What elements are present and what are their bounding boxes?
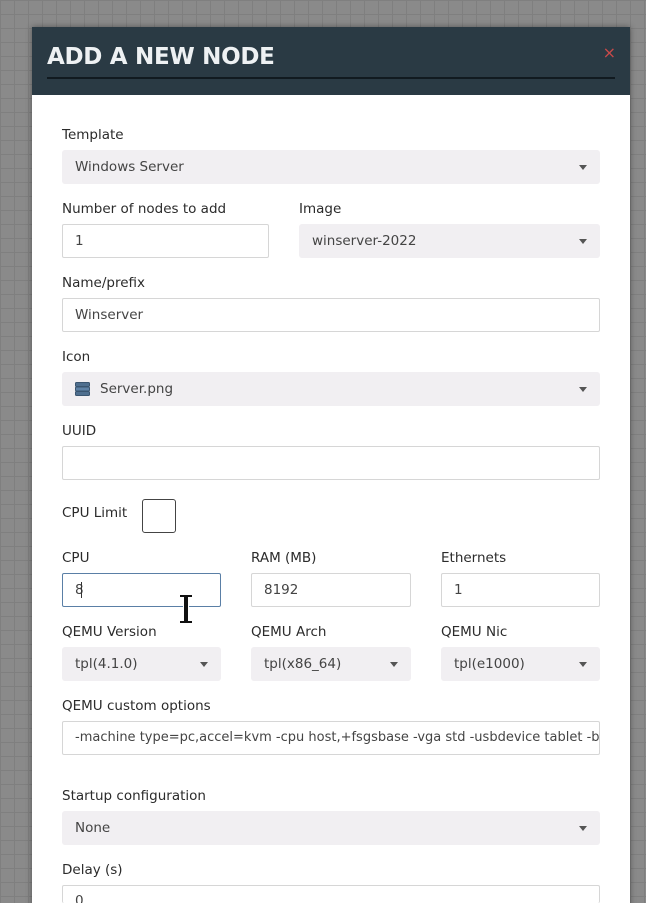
- ram-input[interactable]: 8192: [251, 573, 411, 607]
- image-label: Image: [299, 201, 342, 217]
- icon-label: Icon: [62, 349, 91, 365]
- chevron-down-icon: [579, 165, 587, 170]
- close-icon[interactable]: ×: [603, 43, 616, 62]
- cpu-limit-checkbox[interactable]: [142, 499, 176, 533]
- chevron-down-icon: [579, 662, 587, 667]
- image-select-value: winserver-2022: [312, 233, 417, 249]
- image-select[interactable]: winserver-2022: [299, 224, 600, 258]
- server-icon: [75, 382, 90, 396]
- chevron-down-icon: [390, 662, 398, 667]
- title-underline: [47, 77, 615, 79]
- qemu-nic-select[interactable]: tpl(e1000): [441, 647, 600, 681]
- qemu-custom-input[interactable]: -machine type=pc,accel=kvm -cpu host,+fs…: [62, 721, 600, 755]
- cpu-input[interactable]: 8: [62, 573, 221, 607]
- qemu-arch-value: tpl(x86_64): [264, 656, 342, 672]
- startup-config-value: None: [75, 820, 111, 836]
- uuid-input[interactable]: [62, 446, 600, 480]
- startup-config-select[interactable]: None: [62, 811, 600, 845]
- qemu-nic-value: tpl(e1000): [454, 656, 525, 672]
- qemu-arch-select[interactable]: tpl(x86_64): [251, 647, 411, 681]
- template-label: Template: [62, 127, 124, 143]
- name-prefix-input[interactable]: Winserver: [62, 298, 600, 332]
- icon-select[interactable]: Server.png: [62, 372, 600, 406]
- name-prefix-label: Name/prefix: [62, 275, 145, 291]
- num-nodes-label: Number of nodes to add: [62, 201, 227, 217]
- delay-label: Delay (s): [62, 862, 123, 878]
- ram-label: RAM (MB): [251, 550, 317, 566]
- text-caret: [81, 582, 82, 598]
- chevron-down-icon: [579, 239, 587, 244]
- ethernets-input[interactable]: 1: [441, 573, 600, 607]
- qemu-nic-label: QEMU Nic: [441, 624, 508, 640]
- startup-config-label: Startup configuration: [62, 788, 206, 804]
- ethernets-label: Ethernets: [441, 550, 507, 566]
- chevron-down-icon: [200, 662, 208, 667]
- qemu-custom-label: QEMU custom options: [62, 698, 211, 714]
- qemu-version-value: tpl(4.1.0): [75, 656, 138, 672]
- modal-title: ADD A NEW NODE: [47, 44, 275, 70]
- modal-header: ADD A NEW NODE ×: [32, 27, 630, 95]
- uuid-label: UUID: [62, 423, 97, 439]
- chevron-down-icon: [579, 387, 587, 392]
- template-select[interactable]: Windows Server: [62, 150, 600, 184]
- delay-input[interactable]: 0: [62, 885, 600, 903]
- cpu-label: CPU: [62, 550, 90, 566]
- qemu-arch-label: QEMU Arch: [251, 624, 327, 640]
- text-cursor-icon: [180, 594, 192, 624]
- qemu-version-select[interactable]: tpl(4.1.0): [62, 647, 221, 681]
- num-nodes-input[interactable]: 1: [62, 224, 269, 258]
- icon-select-value: Server.png: [100, 381, 174, 397]
- cpu-limit-label: CPU Limit: [62, 505, 128, 521]
- template-select-value: Windows Server: [75, 159, 184, 175]
- chevron-down-icon: [579, 826, 587, 831]
- qemu-version-label: QEMU Version: [62, 624, 157, 640]
